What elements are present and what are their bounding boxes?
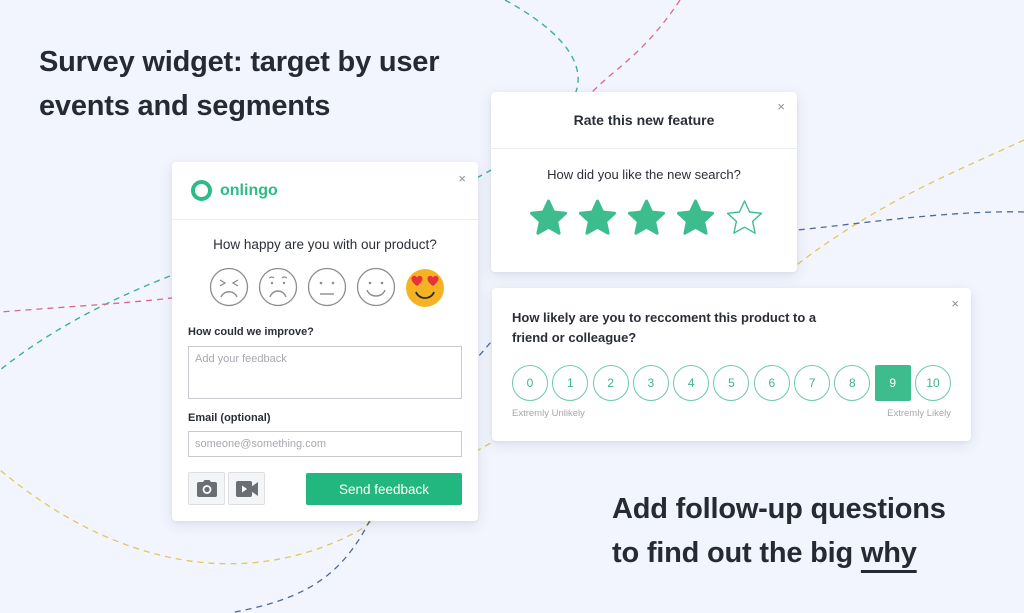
close-icon[interactable]: × xyxy=(458,172,466,185)
headline-follow-up: Add follow-up questions to find out the … xyxy=(612,487,946,575)
star-filled-icon[interactable] xyxy=(627,199,666,237)
nps-low-label: Extremly Unlikely xyxy=(512,408,585,419)
nps-option-10[interactable]: 10 xyxy=(914,365,951,401)
nps-option-6[interactable]: 6 xyxy=(753,365,790,401)
heart-eyes-face-icon[interactable] xyxy=(405,267,445,307)
feature-rating-widget: Rate this new feature × How did you like… xyxy=(491,92,797,272)
headline-line: Add follow-up questions xyxy=(612,493,946,525)
star-empty-icon[interactable] xyxy=(725,199,764,237)
screenshot-button[interactable] xyxy=(188,472,225,505)
rating-widget-title: Rate this new feature xyxy=(573,112,715,128)
happiness-scale xyxy=(209,267,445,307)
headline-line: events and segments xyxy=(39,90,331,122)
ring-logo-icon xyxy=(191,180,212,201)
nps-option-0[interactable]: 0 xyxy=(512,365,548,401)
brand-name: onlingo xyxy=(220,181,278,199)
star-rating xyxy=(529,199,764,237)
feedback-widget-header: onlingo × xyxy=(172,162,478,220)
happy-face-icon[interactable] xyxy=(356,267,396,307)
send-feedback-button[interactable]: Send feedback xyxy=(306,473,462,505)
nps-option-7[interactable]: 7 xyxy=(794,365,831,401)
nps-high-label: Extremly Likely xyxy=(887,408,951,419)
nps-option-1[interactable]: 1 xyxy=(552,365,589,401)
star-filled-icon[interactable] xyxy=(578,199,617,237)
feedback-textarea[interactable]: Add your feedback xyxy=(188,346,462,399)
nps-question: How likely are you to reccoment this pro… xyxy=(512,310,817,345)
headline-line: Survey widget: target by user xyxy=(39,46,440,78)
headline-survey-widget: Survey widget: target by user events and… xyxy=(39,40,440,128)
star-filled-icon[interactable] xyxy=(676,199,715,237)
email-label: Email (optional) xyxy=(188,412,271,424)
rating-widget-header: Rate this new feature × xyxy=(491,92,797,149)
rating-question: How did you like the new search? xyxy=(547,167,741,182)
star-filled-icon[interactable] xyxy=(529,199,568,237)
neutral-face-icon[interactable] xyxy=(307,267,347,307)
nps-option-4[interactable]: 4 xyxy=(673,365,710,401)
nps-option-8[interactable]: 8 xyxy=(834,365,871,401)
nps-option-3[interactable]: 3 xyxy=(632,365,669,401)
email-field[interactable]: someone@something.com xyxy=(188,431,462,457)
close-icon[interactable]: × xyxy=(777,100,785,113)
headline-emphasis-why: why xyxy=(860,537,917,569)
happiness-question: How happy are you with our product? xyxy=(213,237,437,252)
nps-option-5[interactable]: 5 xyxy=(713,365,750,401)
nps-option-2[interactable]: 2 xyxy=(592,365,629,401)
unhappy-face-icon[interactable] xyxy=(258,267,298,307)
feedback-widget: onlingo × How happy are you with our pro… xyxy=(172,162,478,521)
headline-text: to find out the big xyxy=(612,537,861,569)
close-icon[interactable]: × xyxy=(951,297,959,310)
nps-widget: × How likely are you to reccoment this p… xyxy=(492,288,971,441)
headline-line: to find out the big why xyxy=(612,531,946,575)
camera-icon xyxy=(196,480,217,497)
nps-scale: 0 1 2 3 4 5 6 7 8 9 10 xyxy=(512,365,951,401)
video-camera-icon xyxy=(235,480,258,497)
improve-label: How could we improve? xyxy=(188,326,314,338)
very-unhappy-face-icon[interactable] xyxy=(209,267,249,307)
video-record-button[interactable] xyxy=(228,472,265,505)
nps-option-9[interactable]: 9 xyxy=(874,365,911,401)
brand-logo: onlingo xyxy=(191,180,278,201)
